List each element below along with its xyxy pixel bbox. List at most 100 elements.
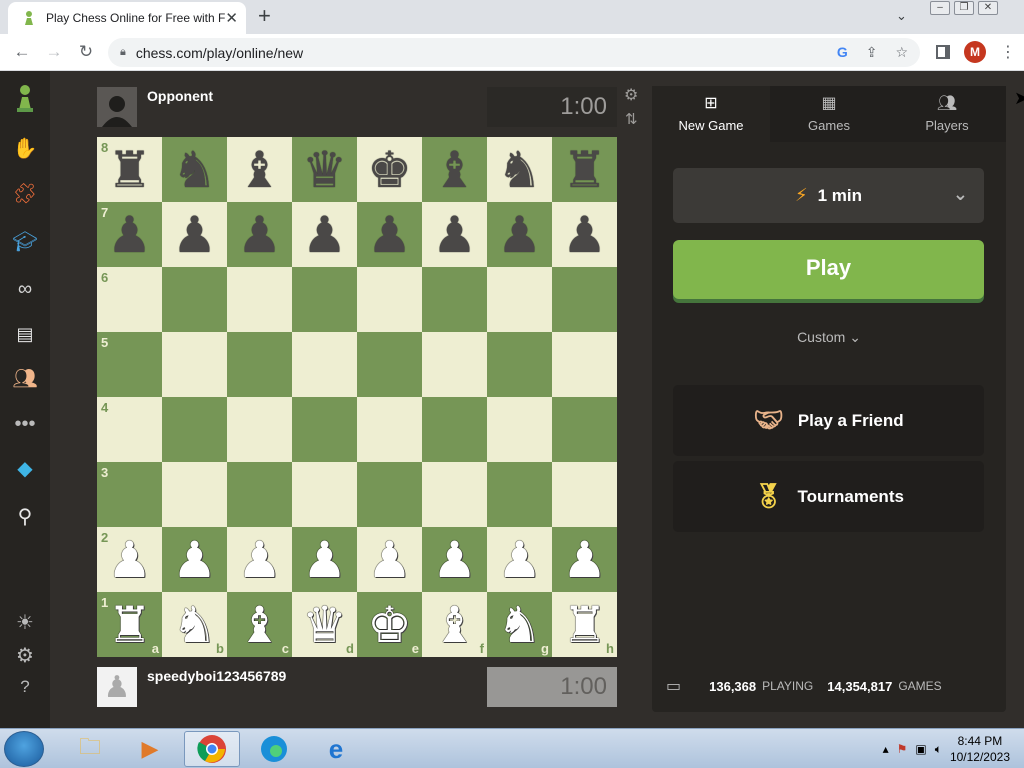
- square-f5[interactable]: [422, 332, 487, 397]
- white-piece[interactable]: ♟: [367, 535, 412, 585]
- square-d3[interactable]: [292, 462, 357, 527]
- square-f7[interactable]: ♟: [422, 202, 487, 267]
- black-piece[interactable]: ♟: [237, 210, 282, 260]
- square-h7[interactable]: ♟: [552, 202, 617, 267]
- white-piece[interactable]: ♝: [237, 600, 282, 650]
- square-f6[interactable]: [422, 267, 487, 332]
- square-c8[interactable]: ♝: [227, 137, 292, 202]
- url-text[interactable]: chess.com/play/online/new: [136, 45, 303, 61]
- white-piece[interactable]: ♞: [172, 600, 217, 650]
- address-bar[interactable]: 🔒︎ chess.com/play/online/new G ⇪ ☆: [108, 38, 920, 67]
- black-piece[interactable]: ♟: [367, 210, 412, 260]
- white-piece[interactable]: ♟: [172, 535, 217, 585]
- play-hand-icon[interactable]: ✋: [0, 133, 50, 163]
- square-g1[interactable]: g ♞: [487, 592, 552, 657]
- explorer-icon[interactable]: 🗀︎: [62, 731, 118, 767]
- square-a6[interactable]: 6: [97, 267, 162, 332]
- black-piece[interactable]: ♟: [302, 210, 347, 260]
- square-g8[interactable]: ♞: [487, 137, 552, 202]
- square-a1[interactable]: 1 a ♜: [97, 592, 162, 657]
- play-friend-button[interactable]: 🤝︎ Play a Friend: [673, 385, 984, 456]
- black-piece[interactable]: ♝: [237, 145, 282, 195]
- square-b1[interactable]: b ♞: [162, 592, 227, 657]
- square-c3[interactable]: [227, 462, 292, 527]
- white-piece[interactable]: ♜: [562, 600, 607, 650]
- square-h4[interactable]: [552, 397, 617, 462]
- black-piece[interactable]: ♝: [432, 145, 477, 195]
- square-g6[interactable]: [487, 267, 552, 332]
- square-g4[interactable]: [487, 397, 552, 462]
- chrome-icon[interactable]: [184, 731, 240, 767]
- square-a3[interactable]: 3: [97, 462, 162, 527]
- google-icon[interactable]: G: [837, 44, 848, 61]
- black-piece[interactable]: ♜: [562, 145, 607, 195]
- black-piece[interactable]: ♚: [367, 145, 412, 195]
- black-piece[interactable]: ♟: [432, 210, 477, 260]
- tab-players[interactable]: 👥︎ Players: [888, 86, 1006, 142]
- black-piece[interactable]: ♟: [497, 210, 542, 260]
- square-g7[interactable]: ♟: [487, 202, 552, 267]
- square-h5[interactable]: [552, 332, 617, 397]
- white-piece[interactable]: ♟: [432, 535, 477, 585]
- player-avatar[interactable]: ♟: [97, 667, 137, 707]
- system-clock[interactable]: 8:44 PM 10/12/2023: [950, 733, 1010, 765]
- black-piece[interactable]: ♟: [172, 210, 217, 260]
- square-e6[interactable]: [357, 267, 422, 332]
- black-piece[interactable]: ♟: [562, 210, 607, 260]
- square-e4[interactable]: [357, 397, 422, 462]
- restore-icon[interactable]: ❐: [954, 1, 974, 15]
- play-button[interactable]: Play: [673, 240, 984, 299]
- profile-avatar[interactable]: M: [964, 41, 986, 63]
- square-f2[interactable]: ♟: [422, 527, 487, 592]
- square-e5[interactable]: [357, 332, 422, 397]
- more-dots-icon[interactable]: •••: [0, 409, 50, 439]
- learn-cap-icon[interactable]: 🎓︎: [0, 226, 50, 256]
- network-icon[interactable]: ▣: [915, 742, 926, 756]
- black-piece[interactable]: ♜: [107, 145, 152, 195]
- square-a8[interactable]: 8 ♜: [97, 137, 162, 202]
- edge-icon[interactable]: [246, 731, 302, 767]
- puzzle-icon[interactable]: 🧩︎: [0, 178, 50, 208]
- square-b2[interactable]: ♟: [162, 527, 227, 592]
- board-settings-gear-icon[interactable]: ⚙: [624, 88, 638, 104]
- tab-close-icon[interactable]: ✕: [225, 9, 238, 27]
- chess-logo-icon[interactable]: [0, 83, 50, 113]
- tab-search-chevron-icon[interactable]: ⌄: [896, 8, 907, 24]
- square-e2[interactable]: ♟: [357, 527, 422, 592]
- kebab-menu-icon[interactable]: ⋮: [1000, 42, 1016, 62]
- square-a2[interactable]: 2 ♟: [97, 527, 162, 592]
- square-e8[interactable]: ♚: [357, 137, 422, 202]
- help-icon[interactable]: ?: [0, 672, 50, 702]
- square-f3[interactable]: [422, 462, 487, 527]
- square-b7[interactable]: ♟: [162, 202, 227, 267]
- square-c2[interactable]: ♟: [227, 527, 292, 592]
- square-c4[interactable]: [227, 397, 292, 462]
- settings-gear-icon[interactable]: ⚙: [0, 640, 50, 670]
- new-tab-button[interactable]: +: [258, 4, 271, 28]
- square-c6[interactable]: [227, 267, 292, 332]
- white-piece[interactable]: ♚: [367, 600, 412, 650]
- tournaments-button[interactable]: 🏅︎ Tournaments: [673, 461, 984, 532]
- white-piece[interactable]: ♜: [107, 600, 152, 650]
- close-window-icon[interactable]: ✕: [978, 1, 998, 15]
- square-d4[interactable]: [292, 397, 357, 462]
- square-f4[interactable]: [422, 397, 487, 462]
- square-f1[interactable]: f ♝: [422, 592, 487, 657]
- square-d8[interactable]: ♛: [292, 137, 357, 202]
- show-hidden-icons-icon[interactable]: ▴: [883, 742, 889, 756]
- square-c5[interactable]: [227, 332, 292, 397]
- white-piece[interactable]: ♟: [562, 535, 607, 585]
- chat-icon[interactable]: ▭: [666, 676, 681, 696]
- chess-board[interactable]: 8 ♜ ♞ ♝ ♛ ♚ ♝ ♞ ♜ 7 ♟ ♟ ♟ ♟ ♟ ♟ ♟ ♟ 6 5 4 3 2 ♟ ♟ ♟ ♟ ♟ ♟ ♟ ♟ 1 a ♜ b ♞ c ♝ d ♛…: [97, 137, 617, 657]
- square-a5[interactable]: 5: [97, 332, 162, 397]
- square-c1[interactable]: c ♝: [227, 592, 292, 657]
- diamond-icon[interactable]: ◆: [0, 453, 50, 483]
- square-d6[interactable]: [292, 267, 357, 332]
- square-b3[interactable]: [162, 462, 227, 527]
- flip-board-icon[interactable]: ⇅: [625, 110, 638, 128]
- square-c7[interactable]: ♟: [227, 202, 292, 267]
- social-icon[interactable]: 👥︎: [0, 363, 50, 393]
- square-b4[interactable]: [162, 397, 227, 462]
- square-d1[interactable]: d ♛: [292, 592, 357, 657]
- square-h1[interactable]: h ♜: [552, 592, 617, 657]
